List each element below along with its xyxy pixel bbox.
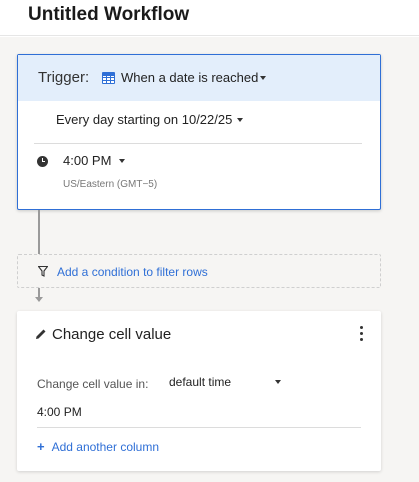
trigger-type-dropdown[interactable]: When a date is reached: [121, 70, 258, 85]
cell-value-field[interactable]: 4:00 PM: [37, 405, 82, 419]
arrow-down-icon: [35, 297, 43, 302]
schedule-dropdown[interactable]: Every day starting on 10/22/25: [56, 112, 232, 127]
flow-connector: [38, 210, 40, 254]
add-condition-label[interactable]: Add a condition to filter rows: [57, 265, 208, 279]
trigger-label: Trigger:: [38, 69, 90, 86]
action-title: Change cell value: [52, 326, 172, 343]
trigger-header: Trigger: When a date is reached: [18, 55, 380, 101]
calendar-icon: [102, 72, 115, 84]
filter-icon: [38, 266, 48, 277]
pencil-icon: [36, 329, 46, 339]
chevron-down-icon[interactable]: [237, 118, 243, 122]
column-select[interactable]: default time: [169, 375, 231, 389]
add-column-button[interactable]: + Add another column: [37, 439, 159, 454]
chevron-down-icon[interactable]: [275, 380, 281, 384]
plus-icon: +: [37, 439, 45, 454]
divider: [37, 427, 361, 428]
time-dropdown[interactable]: 4:00 PM: [63, 153, 111, 168]
divider: [34, 143, 362, 144]
clock-icon: [37, 156, 48, 167]
add-condition-button[interactable]: Add a condition to filter rows: [17, 254, 381, 288]
timezone-label: US/Eastern (GMT−5): [63, 179, 158, 190]
more-options-icon[interactable]: [359, 326, 365, 342]
chevron-down-icon[interactable]: [260, 76, 266, 80]
app-header: Untitled Workflow: [0, 0, 419, 36]
page-title: Untitled Workflow: [28, 4, 190, 25]
action-card[interactable]: Change cell value Change cell value in: …: [17, 311, 381, 471]
column-label: Change cell value in:: [37, 377, 149, 391]
trigger-card[interactable]: Trigger: When a date is reached Every da…: [17, 54, 381, 210]
add-column-label[interactable]: Add another column: [52, 440, 159, 454]
chevron-down-icon[interactable]: [119, 159, 125, 163]
